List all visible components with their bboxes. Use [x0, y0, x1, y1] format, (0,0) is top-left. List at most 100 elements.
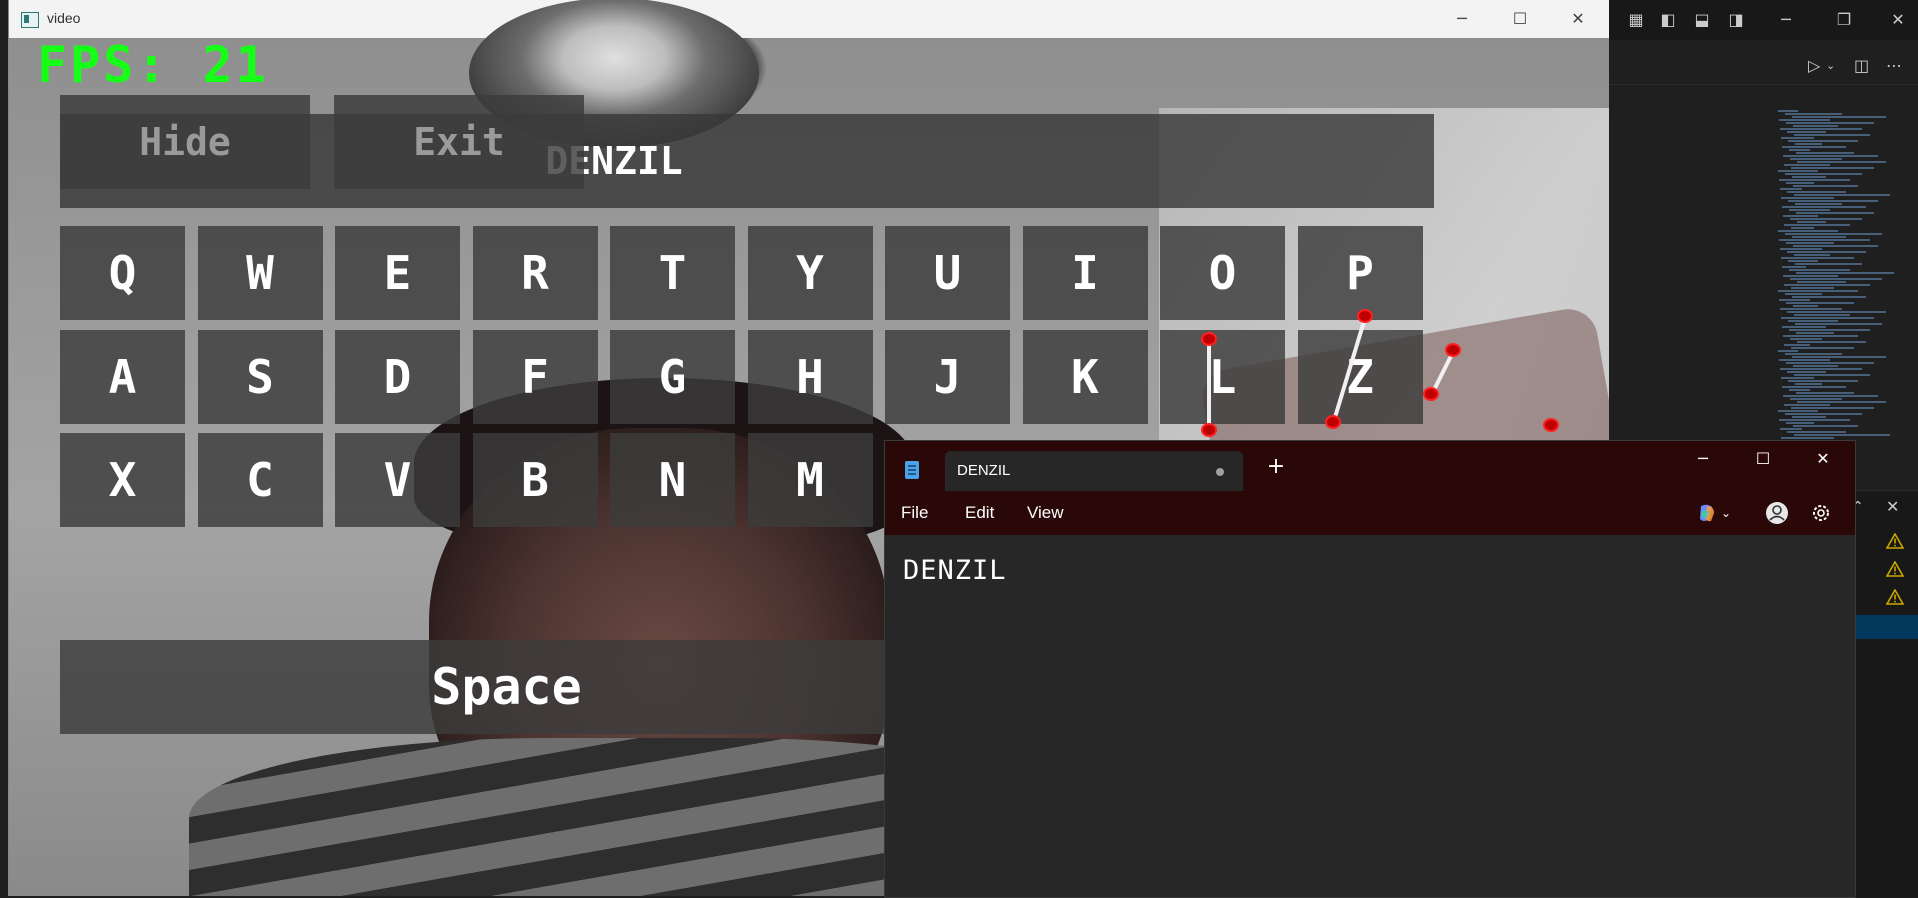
more-icon[interactable]: ⋯ [1886, 56, 1902, 76]
toggle-secondary-sidebar-icon[interactable]: ◨ [1726, 10, 1746, 30]
key-p[interactable]: P [1297, 226, 1423, 320]
minimap-line [1778, 410, 1818, 412]
key-o[interactable]: O [1160, 226, 1285, 320]
minimap-line [1785, 113, 1842, 115]
chevron-down-icon[interactable]: ⌄ [1721, 501, 1745, 525]
minimap-line [1787, 251, 1866, 253]
minimap-line [1778, 170, 1818, 172]
minimap-line [1782, 146, 1846, 148]
key-z[interactable]: Z [1297, 330, 1423, 424]
video-app-icon [21, 12, 39, 28]
toggle-primary-sidebar-icon[interactable]: ◧ [1658, 10, 1678, 30]
minimap-line [1787, 311, 1886, 313]
close-icon[interactable]: ✕ [1888, 10, 1908, 30]
minimap-line [1785, 293, 1822, 295]
minimap-line [1797, 161, 1886, 163]
key-c[interactable]: C [197, 433, 323, 527]
key-l[interactable]: L [1160, 330, 1285, 424]
warning-icon [1885, 560, 1905, 577]
gear-icon[interactable] [1809, 501, 1833, 525]
close-button[interactable]: ✕ [1555, 0, 1601, 38]
minimize-button[interactable]: ─ [1439, 0, 1485, 38]
key-s[interactable]: S [197, 330, 323, 424]
key-v[interactable]: V [335, 433, 460, 527]
account-icon[interactable] [1765, 501, 1789, 525]
minimap-line [1779, 299, 1810, 301]
selected-problem-row[interactable] [1854, 615, 1918, 639]
notepad-titlebar: DENZIL + ─ ☐ ✕ [885, 441, 1855, 491]
minimap-line [1792, 296, 1866, 298]
play-icon[interactable]: ▷ [1808, 56, 1820, 76]
new-tab-button[interactable]: + [1261, 453, 1291, 481]
customize-layout-icon[interactable]: ▦ [1626, 10, 1646, 30]
menu-edit[interactable]: Edit [965, 503, 994, 523]
minimap-line [1782, 386, 1846, 388]
minimap-line [1790, 158, 1842, 160]
menu-view[interactable]: View [1027, 503, 1064, 523]
notepad-tab[interactable]: DENZIL [945, 451, 1243, 491]
copilot-icon[interactable] [1695, 501, 1719, 525]
restore-icon[interactable]: ❐ [1834, 10, 1854, 30]
minimap-line [1781, 377, 1814, 379]
key-g[interactable]: G [610, 330, 735, 424]
minimap-line [1793, 125, 1838, 127]
key-n[interactable]: N [610, 433, 735, 527]
notepad-content[interactable]: DENZIL [903, 555, 1007, 586]
minimap-line [1788, 140, 1858, 142]
minimap-line [1779, 179, 1850, 181]
minimap-line [1779, 119, 1830, 121]
minimap-line [1791, 287, 1834, 289]
landmark-point [1543, 418, 1559, 432]
maximize-button[interactable]: ☐ [1733, 441, 1793, 477]
key-d[interactable]: D [335, 330, 460, 424]
key-t[interactable]: T [610, 226, 735, 320]
minimap[interactable] [1778, 110, 1894, 450]
key-r[interactable]: R [472, 226, 598, 320]
key-a[interactable]: A [60, 330, 185, 424]
minimap-line [1790, 398, 1842, 400]
maximize-button[interactable]: ☐ [1497, 0, 1543, 38]
close-panel-icon[interactable]: ✕ [1886, 497, 1899, 516]
key-e[interactable]: E [335, 226, 460, 320]
landmark-point [1423, 387, 1439, 401]
space-key-label: Space [431, 658, 582, 716]
exit-button[interactable]: Exit [334, 95, 584, 189]
minimap-line [1797, 221, 1826, 223]
key-i[interactable]: I [1022, 226, 1148, 320]
minimap-line [1788, 260, 1818, 262]
key-w[interactable]: W [197, 226, 323, 320]
key-f[interactable]: F [472, 330, 598, 424]
key-k[interactable]: K [1022, 330, 1148, 424]
key-m[interactable]: M [747, 433, 873, 527]
key-h[interactable]: H [747, 330, 873, 424]
split-editor-icon[interactable]: ◫ [1854, 56, 1869, 76]
chevron-down-icon[interactable]: ⌄ [1826, 56, 1835, 76]
minimap-line [1784, 344, 1810, 346]
minimap-line [1785, 413, 1862, 415]
minimize-button[interactable]: ─ [1673, 441, 1733, 477]
minimap-line [1778, 290, 1858, 292]
key-u[interactable]: U [885, 226, 1010, 320]
space-key[interactable]: Space [60, 640, 893, 734]
video-titlebar: video ─ ☐ ✕ [9, 0, 1609, 39]
unsaved-dot-icon[interactable] [1216, 468, 1224, 476]
landmark-point [1201, 423, 1217, 437]
key-x[interactable]: X [60, 433, 185, 527]
minimize-icon[interactable]: ─ [1776, 10, 1796, 30]
close-button[interactable]: ✕ [1793, 441, 1853, 477]
minimap-line [1780, 368, 1862, 370]
warning-icon [1885, 588, 1905, 605]
minimap-line [1779, 239, 1870, 241]
key-b[interactable]: B [472, 433, 598, 527]
toggle-panel-icon[interactable]: ⬓ [1692, 10, 1712, 30]
key-y[interactable]: Y [747, 226, 873, 320]
menu-file[interactable]: File [901, 503, 928, 523]
minimap-line [1794, 194, 1890, 196]
hide-button[interactable]: Hide [60, 95, 310, 189]
key-j[interactable]: J [885, 330, 1010, 424]
minimap-line [1783, 215, 1818, 217]
key-q[interactable]: Q [60, 226, 185, 320]
minimap-line [1787, 431, 1846, 433]
minimap-line [1778, 230, 1838, 232]
minimap-line [1791, 407, 1874, 409]
